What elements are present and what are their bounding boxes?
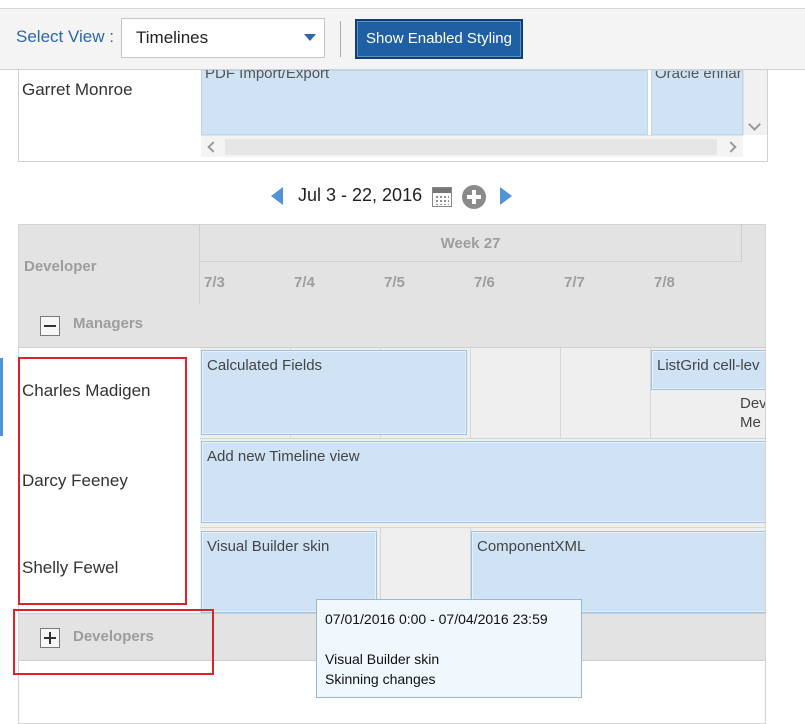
expand-icon[interactable] [40, 628, 60, 648]
timeline-event[interactable]: Oracle enhan [651, 70, 743, 135]
developer-column-header: Developer [19, 225, 200, 304]
next-week-header [742, 225, 765, 304]
event-title: ComponentXML [477, 538, 586, 555]
event-title: Calculated Fields [207, 357, 323, 374]
select-view-label: Select View : [16, 27, 114, 46]
timeline-event[interactable]: Calculated Fields [201, 350, 467, 435]
lane-label: Darcy Feeney [22, 471, 128, 490]
day-header: 7/8 [654, 274, 675, 291]
day-headers: 7/3 7/4 7/5 7/6 7/7 7/8 [200, 262, 742, 304]
day-header: 7/3 [204, 274, 225, 291]
event-title: Visual Builder skin [207, 538, 330, 555]
group-label-managers: Managers [73, 315, 144, 332]
group-row-managers[interactable]: Managers [19, 304, 765, 348]
calendar-icon[interactable] [432, 187, 452, 207]
week-header: Week 27 [200, 225, 742, 262]
timeline-event[interactable]: PDF Import/Export [201, 70, 648, 135]
vertical-scrollbar[interactable] [743, 70, 767, 135]
scrollbar-thumb[interactable] [225, 139, 717, 155]
day-header: 7/5 [384, 274, 405, 291]
view-select[interactable]: Timelines [121, 18, 325, 58]
chevron-down-icon[interactable] [748, 118, 761, 131]
timeline-event[interactable]: Add new Timeline view [201, 441, 765, 523]
date-range-label: Jul 3 - 22, 2016 [298, 185, 423, 205]
developer-header-label: Developer [24, 258, 97, 275]
toolbar-divider [340, 21, 341, 57]
timeline-event-clipped[interactable]: Dev Me [740, 394, 766, 438]
toolbar: Select View : Timelines Show Enabled Sty… [0, 8, 805, 70]
lane-label: Shelly Fewel [22, 558, 119, 577]
lane-label-garret: Garret Monroe [22, 80, 133, 99]
group-label-developers: Developers [73, 628, 154, 645]
lane-label: Charles Madigen [22, 381, 151, 400]
event-title: ListGrid cell-lev [657, 357, 760, 374]
top-timeline-pane: Garret Monroe PDF Import/Export Oracle e… [18, 70, 768, 162]
selection-accent [0, 358, 3, 436]
chevron-down-icon [304, 34, 316, 41]
event-title: PDF Import/Export [205, 70, 330, 82]
event-title-line: Me [740, 414, 761, 431]
show-enabled-styling-button[interactable]: Show Enabled Styling [355, 19, 523, 59]
timeline-event[interactable]: ListGrid cell-lev [651, 350, 765, 390]
tooltip-title: Visual Builder skin [325, 651, 440, 667]
next-arrow-icon[interactable] [500, 187, 512, 205]
previous-arrow-icon[interactable] [271, 187, 283, 205]
tooltip-description: Skinning changes [325, 671, 436, 687]
event-title: Oracle enhan [655, 70, 743, 82]
horizontal-scrollbar[interactable] [201, 135, 743, 157]
chevron-left-icon[interactable] [207, 141, 219, 153]
event-tooltip: 07/01/2016 0:00 - 07/04/2016 23:59 Visua… [316, 599, 582, 698]
collapse-icon[interactable] [40, 316, 60, 336]
view-select-value: Timelines [136, 28, 209, 47]
event-title-line: Dev [740, 395, 766, 412]
day-header: 7/6 [474, 274, 495, 291]
chevron-right-icon[interactable] [725, 141, 737, 153]
event-title: Add new Timeline view [207, 448, 360, 465]
day-header: 7/7 [564, 274, 585, 291]
tooltip-range: 07/01/2016 0:00 - 07/04/2016 23:59 [325, 611, 548, 627]
day-header: 7/4 [294, 274, 315, 291]
add-event-icon[interactable] [462, 185, 486, 209]
